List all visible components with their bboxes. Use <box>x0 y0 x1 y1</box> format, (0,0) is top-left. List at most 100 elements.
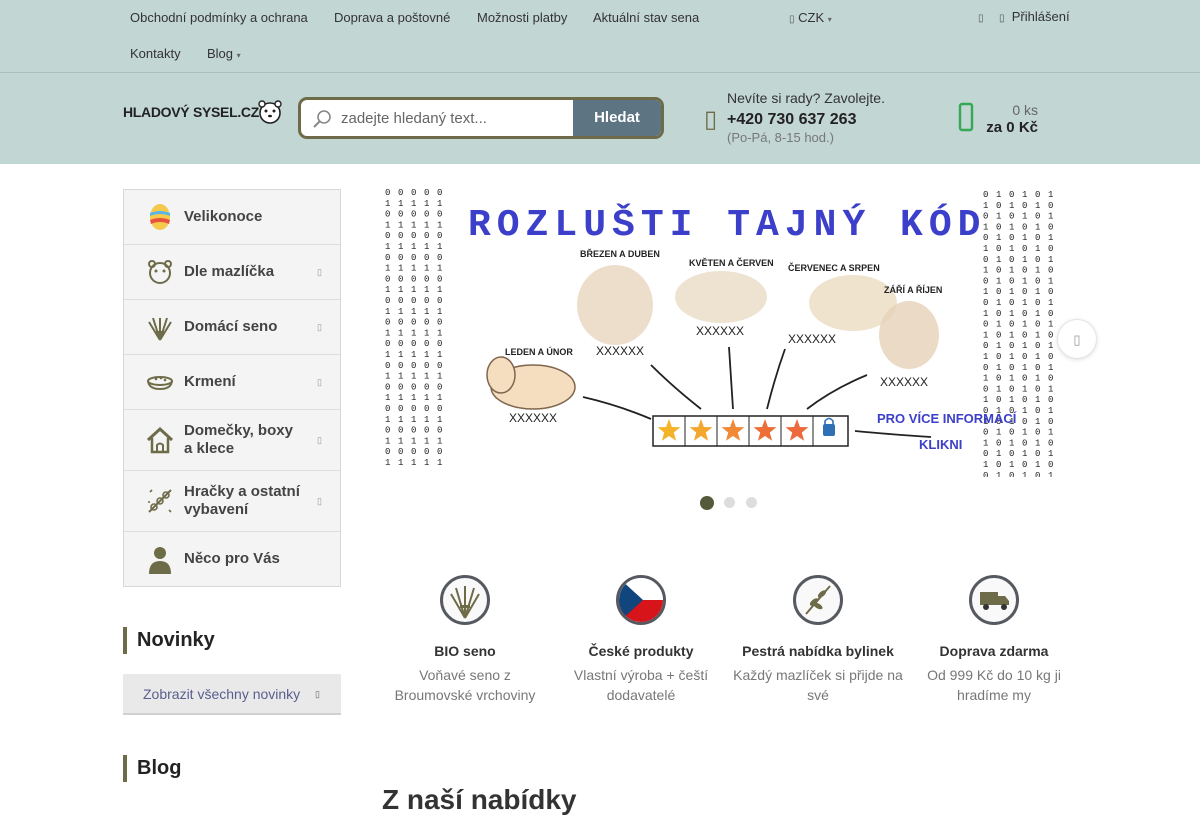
svg-text:1: 1 <box>1022 212 1027 222</box>
sidebar-item-for-you[interactable]: Něco pro Vás <box>124 532 340 586</box>
svg-text:1: 1 <box>424 436 429 446</box>
svg-text:0: 0 <box>437 296 442 306</box>
cart-total[interactable]: za 0 Kč <box>970 119 1038 136</box>
code-4: XXXXXX <box>788 332 836 346</box>
svg-text:1: 1 <box>385 307 390 317</box>
svg-text:0: 0 <box>1035 233 1040 243</box>
opening-hours: (Po-Pá, 8-15 hod.) <box>727 130 834 145</box>
svg-text:0: 0 <box>1022 330 1027 340</box>
currency-selector[interactable]: ▯ CZK ▾ <box>789 10 832 25</box>
svg-text:1: 1 <box>983 374 988 384</box>
svg-text:0: 0 <box>1048 395 1053 405</box>
svg-text:1: 1 <box>437 264 442 274</box>
svg-text:1: 1 <box>996 276 1001 286</box>
sidebar-item-feeding[interactable]: Krmení ▯ <box>124 355 340 410</box>
svg-text:1: 1 <box>1022 449 1027 459</box>
sidebar-item-toys[interactable]: Hračky a ostatní vybavení ▯ <box>124 471 340 532</box>
nav-link-terms[interactable]: Obchodní podmínky a ochrana <box>130 10 308 25</box>
nav-link-hay-stock[interactable]: Aktuální stav sena <box>593 10 699 25</box>
sidebar-item-houses[interactable]: Domečky, boxy a klece ▯ <box>124 410 340 471</box>
sidebar-item-label: Dle mazlíčka <box>184 263 275 280</box>
show-all-news-button[interactable]: Zobrazit všechny novinky ▯ <box>123 674 341 715</box>
svg-text:1: 1 <box>1035 287 1040 297</box>
svg-text:1: 1 <box>996 449 1001 459</box>
svg-text:0: 0 <box>1022 309 1027 319</box>
promo-banner[interactable]: 0101010101010101010101010101010101010101… <box>383 187 1071 477</box>
svg-text:0: 0 <box>411 361 416 371</box>
search-input[interactable] <box>341 100 573 136</box>
svg-text:1: 1 <box>424 328 429 338</box>
svg-text:1: 1 <box>1022 363 1027 373</box>
svg-text:1: 1 <box>996 384 1001 394</box>
cart-small-icon[interactable]: ▯ <box>978 9 984 24</box>
easter-egg-icon <box>150 204 170 230</box>
svg-text:1: 1 <box>1022 406 1027 416</box>
sidebar-item-label: Domečky, boxy a klece <box>184 422 293 457</box>
svg-text:1: 1 <box>983 266 988 276</box>
nav-link-contacts[interactable]: Kontakty <box>130 46 181 61</box>
svg-text:1: 1 <box>1035 438 1040 448</box>
cart-count[interactable]: 0 ks <box>1000 102 1038 118</box>
svg-text:0: 0 <box>385 426 390 436</box>
svg-text:0: 0 <box>437 426 442 436</box>
phone-number[interactable]: +420 730 637 263 <box>727 111 856 129</box>
svg-text:1: 1 <box>1022 298 1027 308</box>
sidebar-item-hay[interactable]: Domácí seno ▯ <box>124 300 340 355</box>
nav-link-shipping[interactable]: Doprava a poštovné <box>334 10 450 25</box>
search-icon <box>313 110 331 128</box>
svg-text:0: 0 <box>1022 352 1027 362</box>
svg-text:1: 1 <box>385 415 390 425</box>
svg-text:0: 0 <box>1035 341 1040 351</box>
svg-text:1: 1 <box>437 350 442 360</box>
svg-text:0: 0 <box>1048 266 1053 276</box>
logo-text: HLADOVÝ SYSEL.CZ <box>123 104 259 120</box>
svg-text:1: 1 <box>398 415 403 425</box>
feature-free-shipping: Doprava zdarma Od 999 Kč do 10 kg ji hra… <box>909 575 1079 705</box>
svg-text:0: 0 <box>1048 244 1053 254</box>
svg-text:0: 0 <box>1009 341 1014 351</box>
svg-text:1: 1 <box>1048 298 1053 308</box>
chevron-right-icon: ▯ <box>315 689 320 699</box>
carousel-next-button[interactable]: ▯ <box>1057 319 1097 359</box>
banner-headline: ROZLUŠTI TAJNÝ KÓD <box>468 202 986 247</box>
svg-text:0: 0 <box>983 341 988 351</box>
svg-text:1: 1 <box>398 328 403 338</box>
svg-text:1: 1 <box>1048 341 1053 351</box>
svg-text:1: 1 <box>1022 428 1027 438</box>
carousel-dot-1[interactable] <box>700 496 714 510</box>
svg-text:0: 0 <box>424 426 429 436</box>
svg-text:1: 1 <box>385 372 390 382</box>
feature-title: Doprava zdarma <box>939 643 1049 659</box>
svg-text:1: 1 <box>1035 395 1040 405</box>
carousel-dot-2[interactable] <box>724 497 735 508</box>
svg-text:0: 0 <box>1035 255 1040 265</box>
svg-text:1: 1 <box>437 415 442 425</box>
svg-text:0: 0 <box>424 404 429 414</box>
nav-link-blog[interactable]: Blog ▾ <box>207 46 241 61</box>
house-icon <box>146 426 174 454</box>
svg-text:1: 1 <box>1022 190 1027 200</box>
svg-text:0: 0 <box>385 210 390 220</box>
search-box: Hledat <box>298 97 664 139</box>
svg-text:1: 1 <box>1035 222 1040 232</box>
svg-text:1: 1 <box>1009 374 1014 384</box>
sidebar-item-easter[interactable]: Velikonoce <box>124 190 340 245</box>
svg-text:0: 0 <box>983 471 988 477</box>
svg-text:0: 0 <box>398 296 403 306</box>
svg-text:1: 1 <box>424 285 429 295</box>
svg-text:1: 1 <box>398 220 403 230</box>
nav-link-payment[interactable]: Možnosti platby <box>477 10 567 25</box>
search-button[interactable]: Hledat <box>573 100 661 136</box>
login-link[interactable]: ▯ Přihlášení <box>999 9 1070 24</box>
svg-text:1: 1 <box>411 220 416 230</box>
svg-text:0: 0 <box>996 330 1001 340</box>
food-bowl-icon <box>147 376 173 391</box>
svg-text:0: 0 <box>398 188 403 198</box>
svg-text:1: 1 <box>424 199 429 209</box>
carousel-dot-3[interactable] <box>746 497 757 508</box>
sidebar-item-by-pet[interactable]: Dle mazlíčka ▯ <box>124 245 340 300</box>
logo[interactable]: HLADOVÝ SYSEL.CZ <box>123 100 282 124</box>
svg-text:0: 0 <box>411 447 416 457</box>
svg-text:0: 0 <box>437 404 442 414</box>
chevron-right-icon: ▯ <box>317 434 322 445</box>
